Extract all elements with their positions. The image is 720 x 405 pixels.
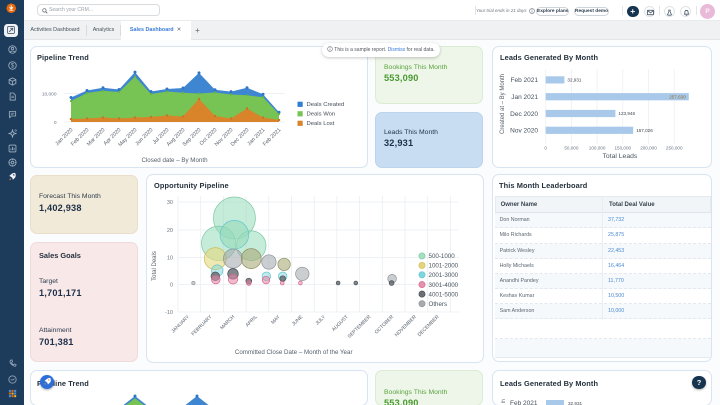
svg-text:3001-4000: 3001-4000	[429, 282, 459, 289]
svg-text:NOVEMBER: NOVEMBER	[394, 314, 418, 338]
svg-text:JANUARY: JANUARY	[170, 314, 191, 335]
svg-text:30: 30	[167, 200, 173, 206]
svg-text:JULY: JULY	[314, 314, 327, 327]
svg-text:AUGUST: AUGUST	[331, 314, 350, 333]
svg-text:-10: -10	[165, 310, 173, 316]
svg-text:FEBRUARY: FEBRUARY	[190, 314, 214, 338]
svg-text:250,000: 250,000	[666, 146, 683, 151]
svg-text:Nov 2020: Nov 2020	[510, 128, 538, 135]
svg-text:123,946: 123,946	[618, 111, 635, 116]
svg-text:DECEMBER: DECEMBER	[417, 314, 441, 338]
svg-text:Deals Won: Deals Won	[307, 112, 336, 118]
svg-text:Jun 2020: Jun 2020	[134, 127, 154, 147]
svg-text:50,000: 50,000	[564, 146, 578, 151]
svg-text:APRIL: APRIL	[245, 314, 259, 328]
svg-text:200,000: 200,000	[640, 146, 657, 151]
svg-text:Total Leads: Total Leads	[603, 153, 638, 160]
svg-text:20: 20	[167, 228, 173, 234]
svg-text:10,000: 10,000	[42, 92, 57, 98]
svg-text:1001-2000: 1001-2000	[429, 263, 459, 270]
svg-text:0: 0	[170, 283, 173, 289]
svg-text:Dec 2020: Dec 2020	[510, 111, 538, 118]
svg-text:Jan 2021: Jan 2021	[511, 94, 538, 101]
svg-text:157,026: 157,026	[636, 128, 653, 133]
svg-text:Closed date – By Month: Closed date – By Month	[141, 157, 208, 164]
svg-text:Total Deals: Total Deals	[152, 251, 158, 281]
svg-text:JUNE: JUNE	[291, 314, 305, 328]
svg-text:MARCH: MARCH	[219, 314, 236, 331]
svg-text:Others: Others	[429, 301, 448, 308]
svg-text:2001-3000: 2001-3000	[429, 272, 459, 279]
svg-text:10: 10	[167, 256, 173, 262]
svg-text:100,000: 100,000	[589, 146, 606, 151]
svg-text:Deals Created: Deals Created	[307, 102, 345, 108]
svg-text:0: 0	[544, 146, 547, 151]
svg-text:150,000: 150,000	[614, 146, 631, 151]
svg-text:32,931: 32,931	[567, 78, 581, 83]
svg-text:0: 0	[54, 120, 57, 126]
svg-text:OCTOBER: OCTOBER	[374, 314, 396, 336]
svg-text:Created at – By Month: Created at – By Month	[500, 74, 506, 134]
svg-text:Deals Lost: Deals Lost	[307, 121, 335, 127]
svg-text:Feb 2021: Feb 2021	[511, 77, 539, 84]
svg-text:SEPTEMBER: SEPTEMBER	[347, 314, 373, 340]
svg-text:Committed Close Date – Month o: Committed Close Date – Month of the Year	[235, 349, 353, 356]
svg-text:257,630: 257,630	[669, 94, 686, 99]
svg-text:MAY: MAY	[270, 314, 282, 326]
svg-text:500-1000: 500-1000	[429, 253, 456, 260]
svg-text:4001-5000: 4001-5000	[429, 291, 459, 298]
